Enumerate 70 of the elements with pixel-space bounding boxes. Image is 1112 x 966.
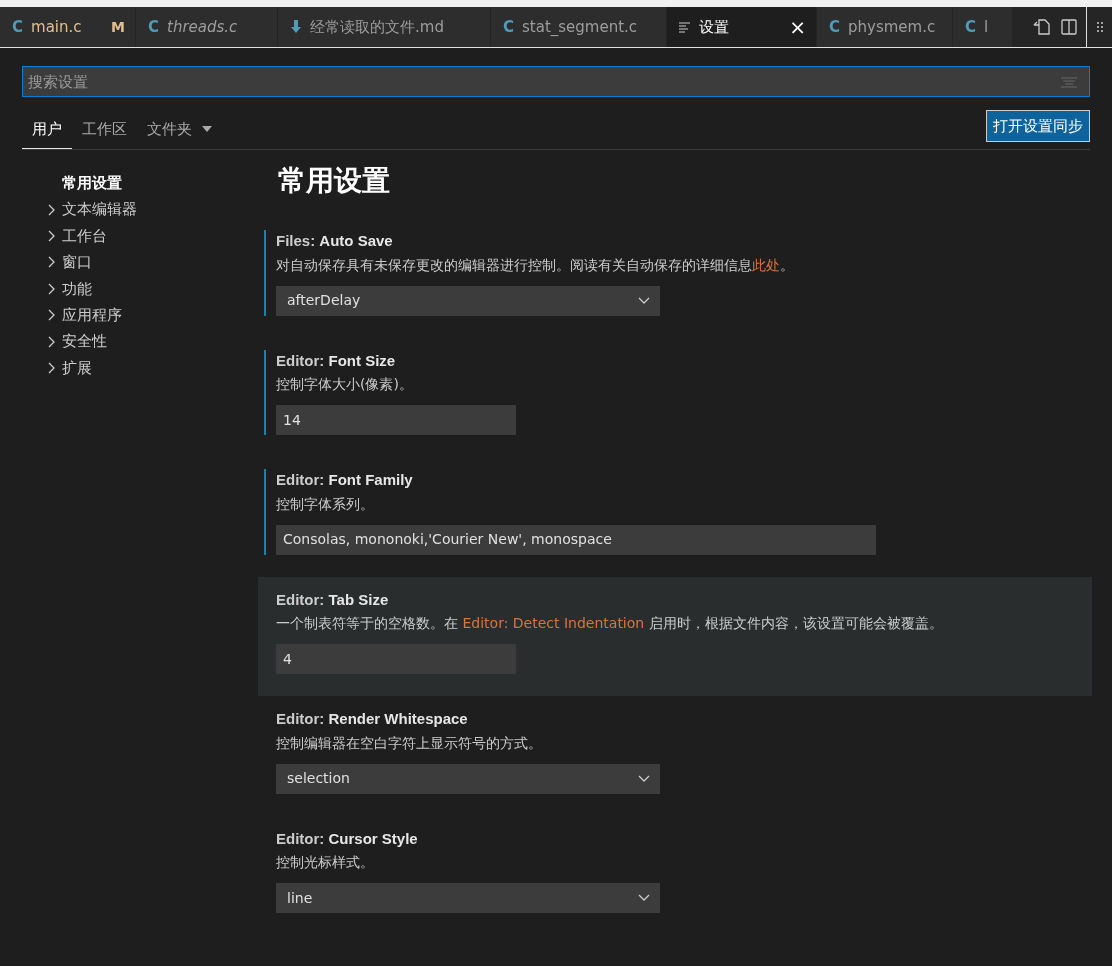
- chevron-down-icon: [638, 296, 650, 305]
- setting-title: Editor: Font Family: [276, 470, 414, 490]
- setting-title: Editor: Font Size: [276, 350, 397, 371]
- chevron-down-icon: [638, 774, 650, 783]
- c-file-icon: C: [965, 15, 976, 39]
- chevron-right-icon[interactable]: [48, 229, 56, 242]
- scope-tab[interactable]: 用户: [22, 117, 72, 149]
- sync-button[interactable]: 打开设置同步: [986, 110, 1090, 142]
- editor-tab[interactable]: C threads.c: [136, 7, 278, 47]
- setting-description: 控制编辑器在空白字符上显示符号的方式。: [276, 733, 543, 753]
- chevron-right-icon[interactable]: [48, 361, 56, 374]
- tab-label: 经常读取的文件.md: [310, 16, 444, 38]
- section-heading: 常用设置: [278, 163, 391, 199]
- tab-label: physmem.c: [848, 16, 936, 38]
- setting-title: Editor: Cursor Style: [276, 828, 419, 849]
- toc-item[interactable]: 应用程序: [62, 303, 122, 327]
- setting-title: Editor: Render Whitespace: [276, 709, 469, 729]
- c-file-icon: C: [148, 15, 159, 39]
- toc-item[interactable]: 扩展: [62, 356, 92, 380]
- c-file-icon: C: [12, 15, 23, 39]
- setting-description: 一个制表符等于的空格数。在 Editor: Detect Indentation 启用时，根据文件内容，该设置可能会被覆盖。: [276, 614, 944, 633]
- setting-title: Files: Auto Save: [276, 231, 394, 251]
- editor-tab[interactable]: C l: [953, 7, 1013, 47]
- tab-label: stat_segment.c: [522, 16, 638, 38]
- settings-lines-icon: [679, 21, 691, 33]
- editor-tab[interactable]: C stat_segment.c: [491, 7, 667, 47]
- link[interactable]: 此处: [752, 256, 780, 273]
- tab-label: threads.c: [167, 16, 238, 38]
- input-field[interactable]: 4: [276, 644, 516, 674]
- toc-item[interactable]: 文本编辑器: [62, 198, 137, 221]
- open-file-icon[interactable]: [1032, 17, 1052, 37]
- chevron-right-icon[interactable]: [48, 203, 56, 216]
- chevron-right-icon[interactable]: [48, 309, 56, 322]
- editor-tab[interactable]: C physmem.c: [817, 7, 953, 47]
- chevron-right-icon[interactable]: [48, 256, 56, 269]
- split-editor-icon[interactable]: [1060, 18, 1078, 36]
- tab-label: 设置: [699, 16, 729, 38]
- setting-title: Editor: Tab Size: [276, 589, 390, 610]
- toc-item[interactable]: 常用设置: [62, 171, 122, 195]
- editor-tab[interactable]: 设置 ×: [667, 7, 817, 47]
- setting-description: 对自动保存具有未保存更改的编辑器进行控制。阅读有关自动保存的详细信息此处。: [276, 255, 795, 275]
- toc-item[interactable]: 功能: [62, 277, 92, 300]
- drag-handle-icon[interactable]: [1095, 21, 1104, 33]
- tab-label: main.c: [31, 16, 82, 38]
- setting-description: 控制字体大小(像素)。: [276, 375, 414, 394]
- chevron-right-icon[interactable]: [48, 335, 56, 348]
- toc-item[interactable]: 安全性: [62, 330, 107, 353]
- c-file-icon: C: [503, 15, 514, 39]
- c-file-icon: C: [829, 15, 840, 39]
- scope-tab[interactable]: 文件夹: [137, 117, 222, 149]
- link[interactable]: Editor: Detect Indentation: [462, 615, 645, 631]
- search-field[interactable]: 搜索设置: [22, 66, 1090, 97]
- input-field[interactable]: Consolas, mononoki,'Courier New', monospace: [276, 524, 876, 555]
- download-arrow-icon: [290, 20, 302, 34]
- close-icon[interactable]: ×: [789, 12, 806, 42]
- toc-item[interactable]: 窗口: [62, 251, 92, 274]
- input-field[interactable]: 14: [276, 405, 516, 435]
- status-letter: M: [111, 17, 125, 37]
- dropdown[interactable]: line: [276, 883, 660, 913]
- editor-tab[interactable]: 经常读取的文件.md: [278, 7, 491, 47]
- setting-description: 控制光标样式。: [276, 853, 375, 872]
- chevron-down-icon: [638, 894, 650, 902]
- tab-label: l: [984, 16, 989, 38]
- toc-item[interactable]: 工作台: [62, 224, 107, 248]
- chevron-right-icon[interactable]: [48, 282, 56, 295]
- scope-tab[interactable]: 工作区: [72, 117, 137, 149]
- editor-tab[interactable]: C main.c M: [0, 7, 136, 47]
- dropdown[interactable]: afterDelay: [276, 285, 660, 316]
- dropdown[interactable]: selection: [276, 763, 660, 794]
- setting-description: 控制字体系列。: [276, 494, 375, 514]
